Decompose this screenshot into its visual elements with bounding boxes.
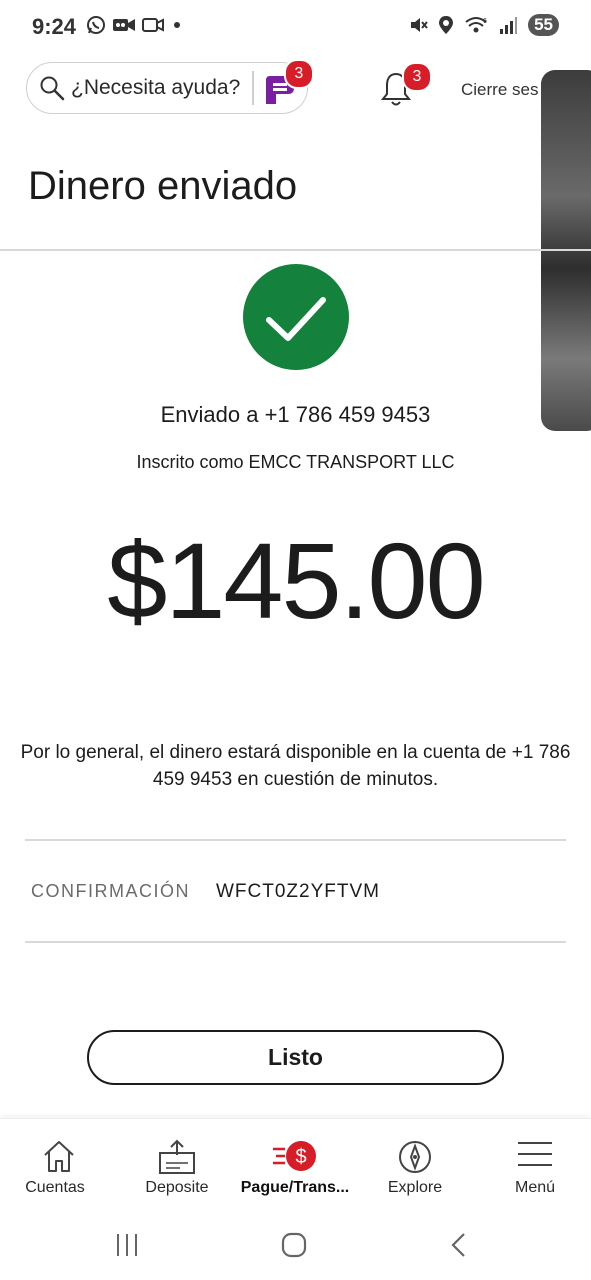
nav-item-deposit[interactable]: Deposite <box>118 1119 236 1207</box>
status-time: 9:24 <box>32 14 77 39</box>
compass-icon <box>399 1141 431 1173</box>
assistant-button[interactable]: 3 <box>264 59 314 105</box>
sign-off-link[interactable]: Cierre ses <box>461 80 538 100</box>
checkmark-icon <box>266 297 326 341</box>
svg-text:$: $ <box>295 1146 306 1168</box>
notifications-badge: 3 <box>402 62 432 92</box>
pay-transfer-icon: $ <box>273 1141 316 1171</box>
page-title: Dinero enviado <box>28 164 298 208</box>
confirmation-bottom-divider <box>25 941 566 943</box>
recipient-line: Enviado a +1 786 459 9453 <box>160 402 431 427</box>
wifi-icon: 6 <box>465 17 487 33</box>
enrolled-name-line: Inscrito como EMCC TRANSPORT LLC <box>136 452 455 472</box>
back-icon[interactable] <box>448 1231 470 1259</box>
nav-label-explore: Explore <box>387 1179 443 1196</box>
availability-note: Por lo general, el dinero estará disponi… <box>20 742 571 790</box>
success-check-badge <box>243 264 349 370</box>
notifications-button[interactable]: 3 <box>380 62 432 108</box>
floating-overlay-bubble[interactable] <box>541 70 591 431</box>
location-icon <box>439 16 454 34</box>
hamburger-menu-icon <box>518 1142 552 1166</box>
nav-label-accounts: Cuentas <box>25 1179 85 1196</box>
nav-label-deposit: Deposite <box>145 1179 209 1196</box>
home-icon <box>44 1141 74 1172</box>
status-right-icons: 6 55 <box>408 14 559 36</box>
nav-item-menu[interactable]: Menú <box>476 1119 591 1207</box>
done-button[interactable]: Listo <box>87 1030 504 1085</box>
nav-label-pay-transfer: Pague/Trans... <box>240 1179 350 1196</box>
nav-item-explore[interactable]: Explore <box>356 1119 474 1207</box>
camera-icon <box>142 18 164 32</box>
nav-item-accounts[interactable]: Cuentas <box>0 1119 118 1207</box>
signal-icon <box>500 17 518 34</box>
recents-icon[interactable] <box>114 1232 140 1258</box>
amount-sent: $145.00 <box>107 520 485 641</box>
bottom-nav: Cuentas Deposite $ Pague/Trans... Explor… <box>0 1118 591 1207</box>
dot-icon <box>174 22 180 28</box>
confirmation-label: CONFIRMACIÓN <box>31 881 190 901</box>
video-call-icon <box>113 19 135 31</box>
battery-indicator: 55 <box>528 14 559 36</box>
assistant-badge: 3 <box>283 59 314 89</box>
home-button-icon[interactable] <box>280 1231 308 1259</box>
nav-item-pay-transfer[interactable]: $ Pague/Trans... <box>236 1119 354 1207</box>
nav-label-menu: Menú <box>514 1179 556 1196</box>
svg-text:6: 6 <box>483 18 487 25</box>
system-nav-bar <box>0 1206 591 1280</box>
title-divider <box>0 249 591 251</box>
search-icon <box>40 76 65 101</box>
deposit-icon <box>159 1139 195 1174</box>
whatsapp-icon <box>87 16 105 34</box>
confirmation-code: WFCT0Z2YFTVM <box>216 881 380 902</box>
mute-icon <box>411 18 428 32</box>
search-divider <box>252 71 254 105</box>
help-search-placeholder: ¿Necesita ayuda? <box>71 76 241 99</box>
status-left-icons <box>86 15 184 35</box>
confirmation-top-divider <box>25 839 566 841</box>
help-search-bar[interactable]: ¿Necesita ayuda? 3 <box>26 59 314 114</box>
